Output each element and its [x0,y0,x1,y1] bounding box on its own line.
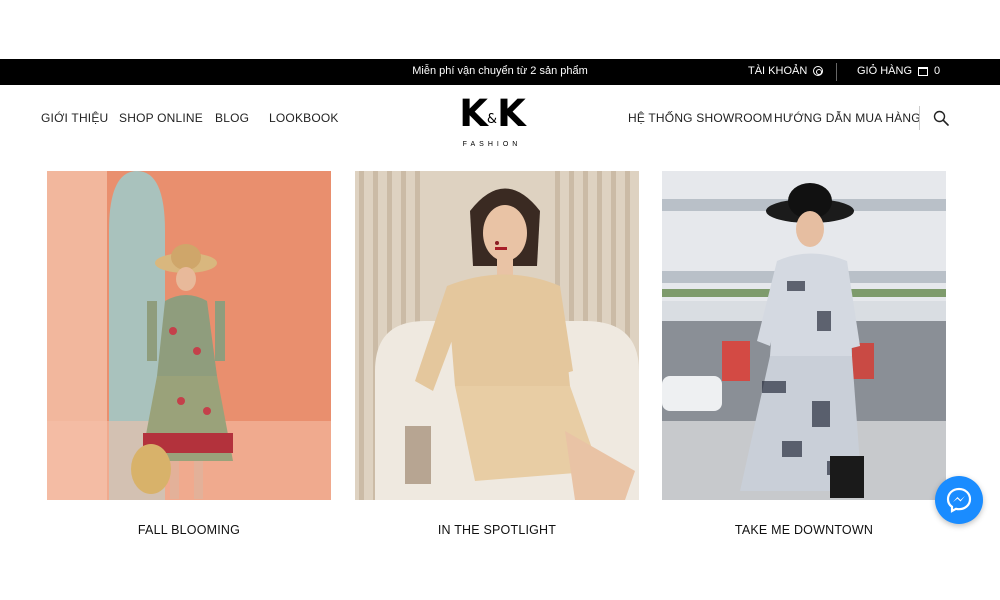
nav-about[interactable]: GIỚI THIỆU [41,111,108,125]
user-icon [813,66,824,76]
account-label: TÀI KHOẢN [748,65,808,77]
nav-shop-online[interactable]: SHOP ONLINE [119,111,203,125]
collection-image-take-me-downtown[interactable] [662,171,946,500]
nav-shopping-guide[interactable]: HƯỚNG DẪN MUA HÀNG [774,111,921,125]
nav-lookbook[interactable]: LOOKBOOK [269,111,339,125]
messenger-chat-button[interactable] [935,476,983,524]
nav-showroom-system[interactable]: HỆ THỐNG SHOWROOM [628,111,773,125]
nav-blog[interactable]: BLOG [215,111,249,125]
topbar-divider [836,63,837,81]
collection-title-take-me-downtown[interactable]: TAKE ME DOWNTOWN [662,523,946,537]
free-shipping-promo: Miễn phí vận chuyển từ 2 sản phẩm [412,65,588,77]
messenger-icon [946,487,972,513]
nav-divider [919,106,920,130]
logo-subtitle: FASHION [462,141,522,148]
account-link[interactable]: TÀI KHOẢN [748,65,824,77]
logo-mark: K&K [459,92,525,135]
top-bar: Miễn phí vận chuyển từ 2 sản phẩm TÀI KH… [0,59,1000,85]
collection-title-in-the-spotlight[interactable]: IN THE SPOTLIGHT [355,523,639,537]
cart-label: GIỎ HÀNG [857,65,913,77]
brand-logo[interactable]: K&K FASHION [452,94,532,150]
cart-link[interactable]: GIỎ HÀNG 0 [857,65,940,77]
cart-icon [918,66,929,76]
collection-image-in-the-spotlight[interactable] [355,171,639,500]
collection-image-fall-blooming[interactable] [47,171,331,500]
collection-title-fall-blooming[interactable]: FALL BLOOMING [47,523,331,537]
cart-count: 0 [934,65,941,77]
search-icon[interactable] [933,110,949,126]
